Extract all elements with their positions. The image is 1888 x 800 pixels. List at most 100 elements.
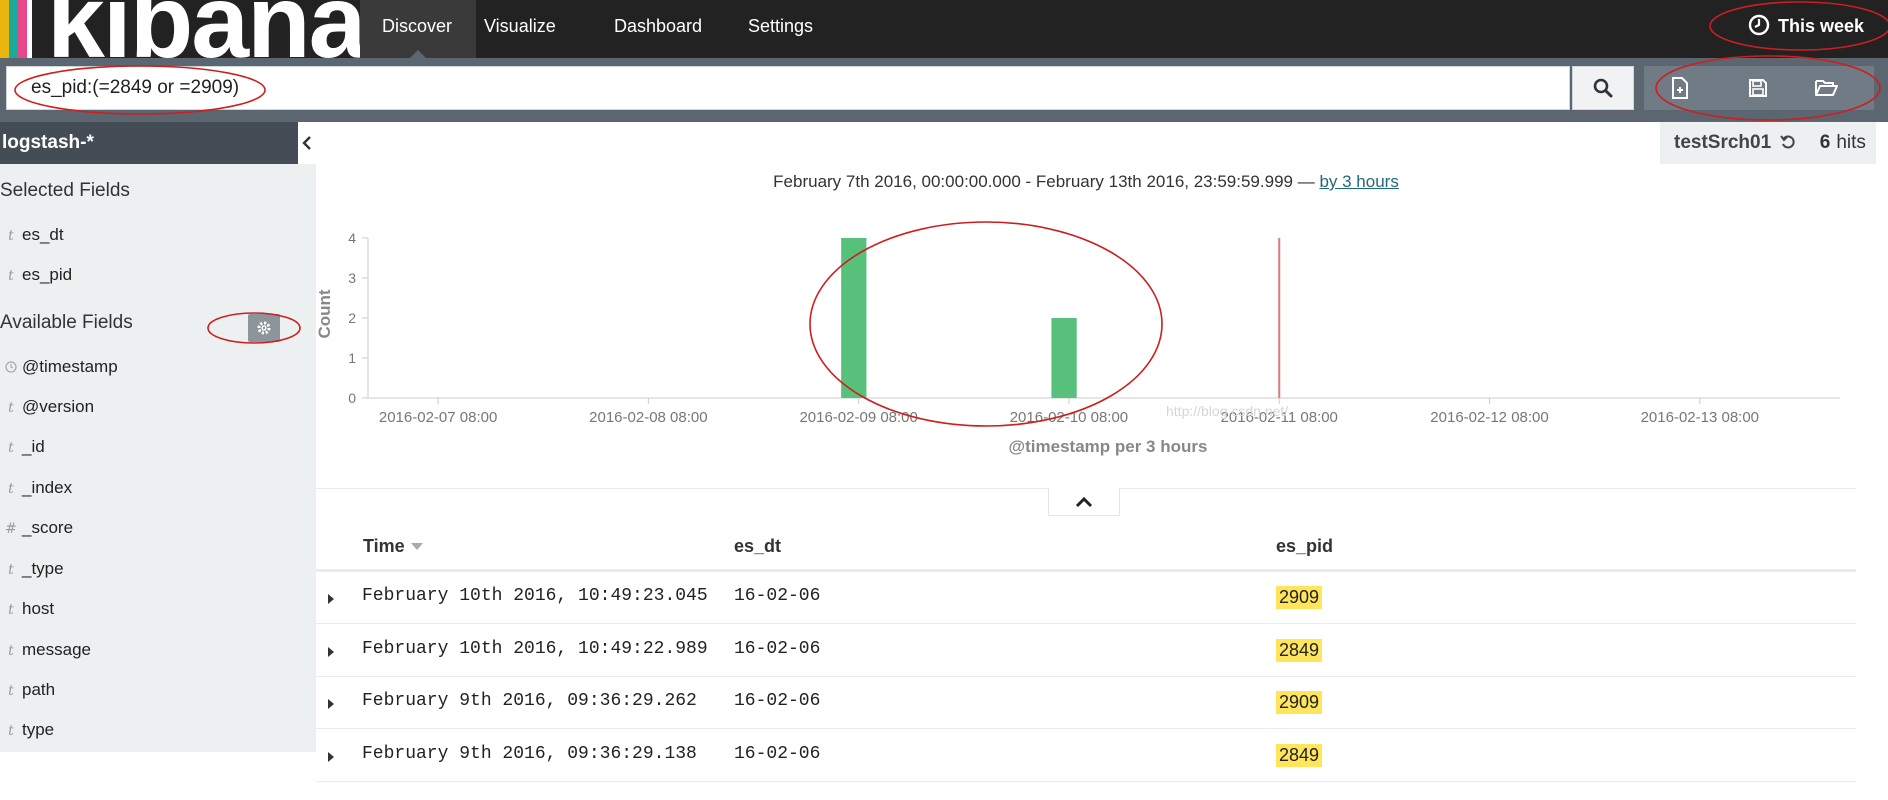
date-type-icon [0,360,22,376]
search-submit-button[interactable] [1572,66,1634,110]
available-fields-heading: Available Fields [0,312,133,333]
logo-stripe-teal [9,0,18,58]
field-name: host [22,599,55,618]
chevron-up-icon [1075,496,1093,507]
sidebar-collapse-button[interactable] [298,122,316,164]
cell-es-dt: 16-02-06 [734,639,821,659]
cell-es-pid: 2909 [1276,586,1323,609]
tab-label: Discover [382,16,453,36]
saved-search-name[interactable]: testSrch01 [1674,132,1771,153]
column-header-es-dt[interactable]: es_dt [734,536,781,557]
field-name: _index [22,478,73,497]
table-row[interactable]: February 9th 2016, 09:36:29.262 16-02-06… [316,677,1856,729]
open-search-button[interactable] [1796,66,1856,110]
x-tick-label: 2016-02-07 08:00 [379,409,497,426]
collapse-chart-button[interactable] [1048,488,1120,516]
cell-time: February 9th 2016, 09:36:29.262 [362,691,697,711]
string-type-icon: t [8,643,14,659]
tab-discover[interactable]: Discover [360,0,476,58]
y-tick-label: 2 [348,310,356,326]
y-tick-label: 4 [348,230,356,246]
column-header-time[interactable]: Time [363,536,423,557]
time-range-label: February 7th 2016, 00:00:00.000 - Februa… [316,172,1856,192]
string-type-icon: t [8,481,14,497]
save-search-button[interactable] [1728,66,1788,110]
index-pattern-title[interactable]: logstash-* [0,122,298,164]
histogram-bar [1051,318,1077,398]
field-item-timestamp[interactable]: @timestamp [0,357,118,385]
field-item-host[interactable]: t host [0,599,54,627]
folder-open-icon [1815,80,1838,96]
tab-settings[interactable]: Settings [748,0,848,58]
table-row[interactable]: February 10th 2016, 10:49:23.045 16-02-0… [316,572,1856,624]
column-label: Time [363,536,405,556]
x-axis-label: @timestamp per 3 hours [1009,437,1208,456]
cell-time: February 9th 2016, 09:36:29.138 [362,744,697,764]
field-item-es-dt[interactable]: t es_dt [0,225,64,253]
saved-search-info: testSrch01 6 hits [1660,122,1876,164]
field-sidebar: logstash-* Selected Fields t es_dt t es_pi… [0,122,316,752]
cell-es-pid: 2849 [1276,744,1323,767]
string-type-icon: t [8,723,14,739]
field-name: _score [22,518,74,537]
hits-label: hits [1836,132,1866,153]
field-name: _type [22,559,64,578]
x-tick-label: 2016-02-08 08:00 [589,409,707,426]
sort-desc-icon[interactable] [410,543,423,550]
x-tick-label: 2016-02-10 08:00 [1010,409,1128,426]
string-type-icon: t [8,400,14,416]
expand-row-icon[interactable] [328,752,334,762]
table-row[interactable]: February 9th 2016, 09:36:29.138 16-02-06… [316,730,1856,782]
field-item-path[interactable]: t path [0,680,55,708]
search-bar [0,58,1888,122]
search-icon [1593,78,1613,98]
expand-row-icon[interactable] [328,699,334,709]
gear-icon [257,321,271,335]
search-input[interactable] [6,66,1570,110]
time-picker[interactable]: This week [1748,0,1864,52]
string-type-icon: t [8,440,14,456]
kibana-logo[interactable]: kibana [0,0,360,58]
new-search-button[interactable] [1650,66,1710,110]
histogram-bar [841,238,867,398]
expand-row-icon[interactable] [328,647,334,657]
expand-row-icon[interactable] [328,594,334,604]
field-item-message[interactable]: t message [0,640,91,668]
field-name: path [22,680,56,699]
field-name: message [22,640,91,659]
tab-dashboard[interactable]: Dashboard [614,0,724,58]
field-item-type-meta[interactable]: t _type [0,559,64,587]
field-item-id[interactable]: t _id [0,437,45,465]
x-tick-label: 2016-02-09 08:00 [799,409,917,426]
chart-axes: 0 1 2 3 4 2016-02-07 08:00 2016-02-08 08:00 201… [348,230,1840,426]
cell-es-pid: 2849 [1276,639,1323,662]
cell-es-dt: 16-02-06 [734,586,821,606]
floppy-disk-icon [1749,79,1767,97]
interval-link[interactable]: by 3 hours [1319,172,1398,191]
tab-visualize[interactable]: Visualize [476,0,590,58]
table-row[interactable]: February 10th 2016, 10:49:22.989 16-02-0… [316,625,1856,677]
watermark-text: http://blog.csdn.net/ [1166,403,1288,419]
field-item-es-pid[interactable]: t es_pid [0,265,72,293]
field-item-version[interactable]: t @version [0,397,94,425]
field-settings-button[interactable] [248,314,280,342]
string-type-icon: t [8,683,14,699]
field-name: @timestamp [22,357,118,376]
clock-icon [1748,14,1770,36]
field-item-index[interactable]: t _index [0,478,72,506]
field-name: @version [22,397,95,416]
time-range-text: February 7th 2016, 00:00:00.000 - Februa… [773,172,1315,191]
field-name: type [22,720,55,739]
column-header-es-pid[interactable]: es_pid [1276,536,1333,557]
field-name: es_dt [22,225,64,244]
logo-stripe-pink [18,0,27,58]
logo-stripe-white [27,0,32,58]
cell-time: February 10th 2016, 10:49:22.989 [362,639,708,659]
results-table-header: Time es_dt es_pid [316,530,1856,572]
logo-wordmark: kibana [47,0,360,58]
search-actions [1644,66,1874,110]
field-item-type[interactable]: t type [0,720,54,748]
refresh-icon[interactable] [1780,134,1796,150]
y-tick-label: 0 [348,390,356,406]
field-item-score[interactable]: # _score [0,518,73,546]
